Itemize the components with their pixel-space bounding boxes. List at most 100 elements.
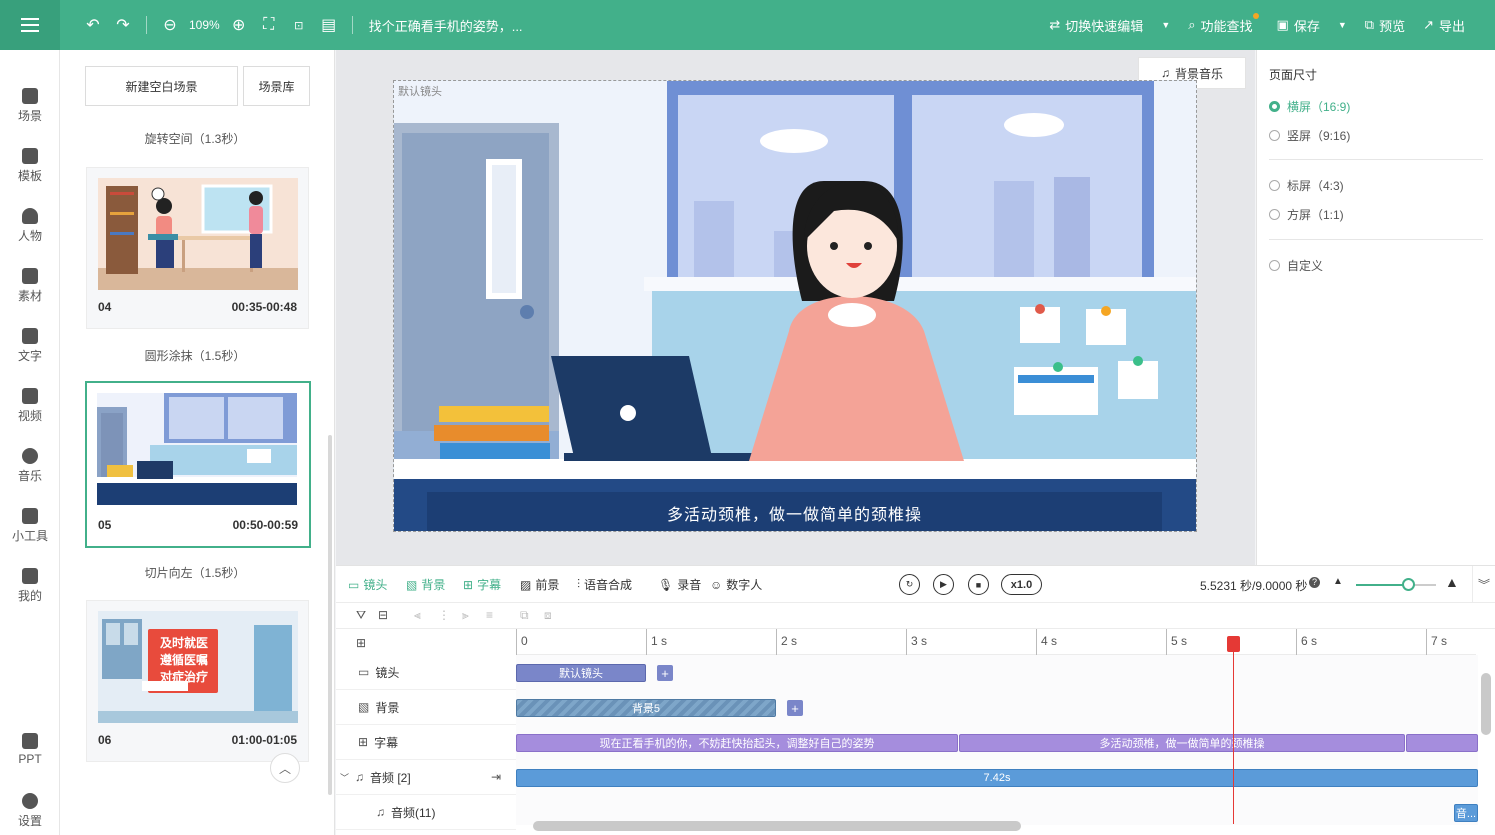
- track-label: 背景: [375, 700, 400, 715]
- radio-icon: [1269, 260, 1280, 271]
- transition-label[interactable]: 旋转空间（1.3秒）: [60, 130, 330, 147]
- fit-1-1-icon[interactable]: ⊡: [284, 10, 314, 40]
- timeline-tool-record[interactable]: 🎙 录音: [658, 576, 701, 593]
- layout-grid-icon[interactable]: ⊞: [356, 636, 366, 650]
- script-icon[interactable]: ▤: [314, 10, 344, 40]
- timeline-vertical-scrollbar[interactable]: [1481, 673, 1491, 735]
- shot-clip[interactable]: 默认镜头: [516, 664, 646, 682]
- subtitle-overlay[interactable]: 多活动颈椎，做一做简单的颈椎操: [427, 492, 1162, 531]
- scene-card-06[interactable]: 及时就医 遵循医嘱 对症治疗 06 01:00-01:05: [86, 600, 309, 762]
- transition-label[interactable]: 切片向左（1.5秒）: [60, 564, 330, 581]
- add-shot-button[interactable]: +: [657, 665, 673, 681]
- help-icon[interactable]: ?: [1309, 577, 1320, 588]
- collapse-timeline-button[interactable]: ︾: [1472, 566, 1495, 603]
- stop-button[interactable]: ■: [968, 574, 989, 595]
- ruler-tick: 1 s: [646, 629, 667, 655]
- filter-icon[interactable]: ⛛: [356, 608, 366, 623]
- sidebar-item-settings[interactable]: 设置: [0, 785, 60, 835]
- sidebar-item-text[interactable]: 文字: [0, 320, 60, 376]
- group-icon[interactable]: ⊟: [378, 608, 388, 622]
- search-icon: ⌕: [1188, 17, 1196, 32]
- merge-icon[interactable]: ⧈: [544, 608, 552, 623]
- page-size-option-16-9[interactable]: 横屏（16:9): [1269, 98, 1350, 115]
- playhead-line[interactable]: [1233, 640, 1234, 824]
- sidebar-item-video[interactable]: 视频: [0, 380, 60, 436]
- scroll-to-top-button[interactable]: ︿: [270, 753, 300, 783]
- sidebar-item-mine[interactable]: 我的: [0, 560, 60, 616]
- timeline-tool-foreground[interactable]: ▨ 前景: [520, 576, 559, 593]
- track-header-audio[interactable]: ♫ 音频(11): [336, 795, 516, 830]
- chevron-down-icon[interactable]: ﹀: [340, 771, 349, 784]
- tool-label: 录音: [677, 578, 702, 592]
- scene-panel-scrollbar[interactable]: [328, 435, 332, 795]
- add-background-button[interactable]: +: [787, 700, 803, 716]
- subtitle-clip-1[interactable]: 现在正看手机的你，不妨赶快抬起头，调整好自己的姿势: [516, 734, 958, 752]
- zoom-in-icon[interactable]: ⊕: [224, 10, 254, 40]
- page-size-option-9-16[interactable]: 竖屏（9:16): [1269, 127, 1350, 144]
- playback-speed-button[interactable]: x1.0: [1001, 574, 1042, 595]
- transition-label[interactable]: 圆形涂抹（1.5秒）: [60, 347, 330, 364]
- sidebar-item-scene[interactable]: 场景: [0, 80, 60, 136]
- track-header-audio-group[interactable]: ﹀ ♫ 音频 [2] ⇥: [336, 760, 516, 795]
- subtitle-clip-3[interactable]: [1406, 734, 1478, 752]
- time-ruler[interactable]: 0 1 s 2 s 3 s 4 s 5 s 6 s 7 s: [516, 629, 1476, 655]
- timeline-tool-digital-human[interactable]: ☺ 数字人: [710, 576, 762, 593]
- menu-icon[interactable]: [0, 0, 60, 50]
- sidebar-item-ppt[interactable]: PPT: [0, 725, 60, 781]
- switch-quick-edit-button[interactable]: ⇄ 切换快速编辑: [1049, 16, 1143, 35]
- subtitle-clip-2[interactable]: 多活动颈椎，做一做简单的颈椎操: [959, 734, 1405, 752]
- preview-button[interactable]: ⧉ 预览: [1365, 16, 1405, 35]
- track-header-shot[interactable]: ▭ 镜头: [336, 655, 516, 690]
- timeline-tool-subtitle[interactable]: ⊞ 字幕: [463, 576, 501, 593]
- audio-clip[interactable]: 音...: [1454, 804, 1478, 822]
- zoom-out-mountain-icon[interactable]: ▲: [1333, 576, 1343, 587]
- zoom-in-mountain-icon[interactable]: ▲: [1445, 574, 1459, 590]
- background-icon: ▧: [358, 700, 370, 714]
- microphone-icon: 🎙: [658, 577, 674, 592]
- page-size-option-custom[interactable]: 自定义: [1269, 257, 1323, 274]
- sidebar-item-toolbox[interactable]: 小工具: [0, 500, 60, 556]
- track-header-subtitle[interactable]: ⊞ 字幕: [336, 725, 516, 760]
- timeline-zoom-knob[interactable]: [1402, 578, 1415, 591]
- track-header-background[interactable]: ▧ 背景: [336, 690, 516, 725]
- sidebar-item-person[interactable]: 人物: [0, 200, 60, 256]
- save-button[interactable]: ▣ 保存: [1277, 16, 1320, 35]
- sidebar-item-music[interactable]: 音乐: [0, 440, 60, 496]
- scene-card-04[interactable]: 04 00:35-00:48: [86, 167, 309, 329]
- timeline-tool-background[interactable]: ▧ 背景: [406, 576, 445, 593]
- timeline-horizontal-scrollbar[interactable]: [533, 821, 1021, 831]
- audio-group-clip[interactable]: 7.42s: [516, 769, 1478, 787]
- document-title[interactable]: 找个正确看手机的姿势，...: [369, 16, 523, 35]
- page-size-option-1-1[interactable]: 方屏（1:1): [1269, 206, 1344, 223]
- sign-line: 对症治疗: [159, 670, 208, 684]
- align-left-icon[interactable]: ⫷: [414, 608, 421, 623]
- split-icon[interactable]: ⧉: [520, 608, 529, 623]
- new-blank-scene-button[interactable]: 新建空白场景: [85, 66, 238, 106]
- scene-library-button[interactable]: 场景库: [243, 66, 310, 106]
- chevron-down-icon[interactable]: ▼: [1161, 20, 1170, 30]
- align-right-icon[interactable]: ⫸: [462, 608, 469, 623]
- feature-search-button[interactable]: ⌕ 功能查找: [1188, 12, 1259, 35]
- distribute-icon[interactable]: ≡: [486, 608, 493, 622]
- zoom-out-icon[interactable]: ⊖: [155, 10, 185, 40]
- sidebar-item-template[interactable]: 模板: [0, 140, 60, 196]
- canvas-area: ♫ 背景音乐 默认镜头 多活动颈椎，做一做简单的颈椎操: [336, 50, 1255, 565]
- fullscreen-icon[interactable]: ⛶: [254, 10, 284, 40]
- redo-icon[interactable]: ↷: [108, 10, 138, 40]
- detach-icon[interactable]: ⇥: [491, 770, 501, 784]
- sidebar-item-material[interactable]: 素材: [0, 260, 60, 316]
- background-clip[interactable]: 背景5: [516, 699, 776, 717]
- page-size-option-4-3[interactable]: 标屏（4:3): [1269, 177, 1344, 194]
- align-center-icon[interactable]: ⋮: [438, 608, 450, 622]
- timeline-tool-shot[interactable]: ▭ 镜头: [348, 576, 387, 593]
- scene-card-05[interactable]: 05 00:50-00:59: [85, 381, 311, 548]
- video-stage[interactable]: 默认镜头 多活动颈椎，做一做简单的颈椎操: [393, 80, 1197, 532]
- undo-icon[interactable]: ↶: [78, 10, 108, 40]
- export-button[interactable]: ↗ 导出: [1423, 16, 1465, 35]
- radio-label: 标屏（4:3): [1287, 179, 1344, 193]
- play-button[interactable]: ▶: [933, 574, 954, 595]
- chevron-down-icon[interactable]: ▼: [1338, 20, 1347, 30]
- video-icon: [22, 388, 38, 404]
- replay-button[interactable]: ↻: [899, 574, 920, 595]
- timeline-tool-tts[interactable]: ⫶ 语音合成: [577, 576, 632, 593]
